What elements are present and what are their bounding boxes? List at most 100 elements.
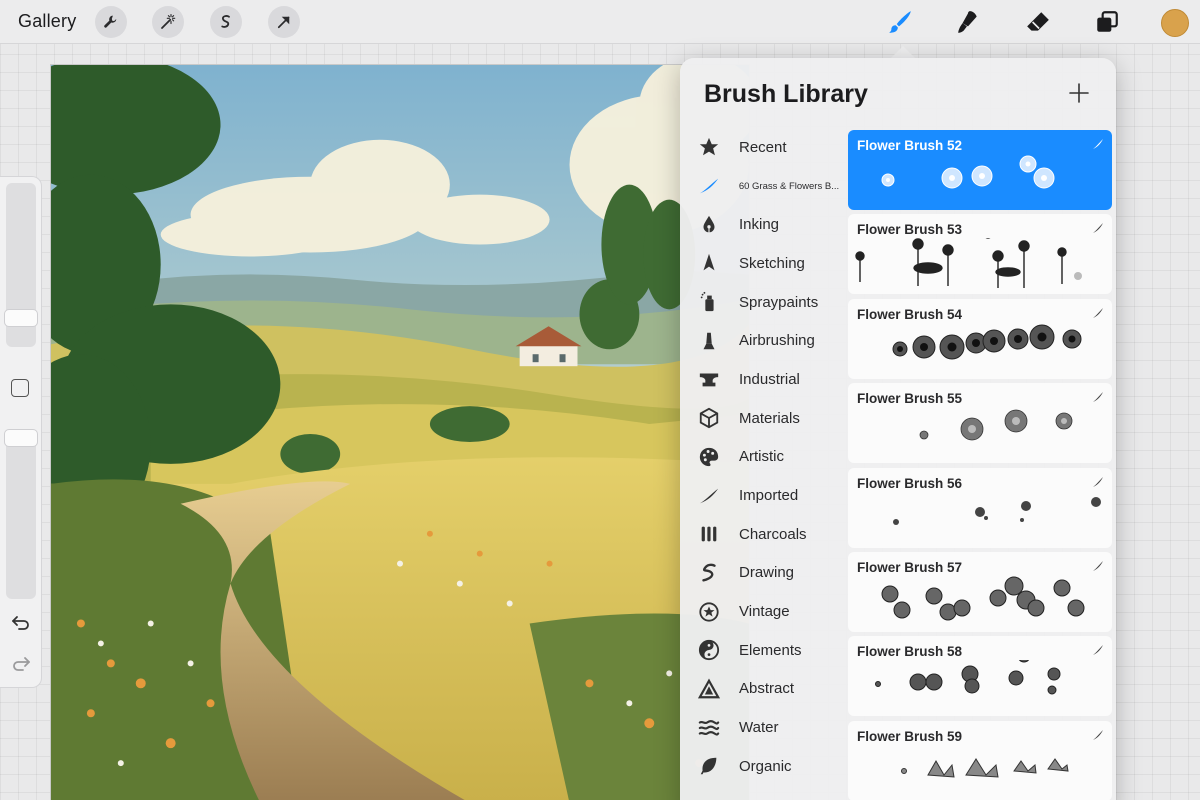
landscape-painting bbox=[51, 65, 749, 800]
brush-stroke-preview bbox=[875, 660, 1061, 695]
plus-icon bbox=[1069, 83, 1089, 103]
brush-stroke-icon bbox=[1093, 307, 1103, 318]
brush-set-label: Airbrushing bbox=[739, 332, 815, 350]
brush-set-sketching[interactable]: Sketching bbox=[694, 244, 850, 283]
brush-set-materials[interactable]: Materials bbox=[694, 399, 850, 438]
brush-set-label: Artistic bbox=[739, 448, 784, 466]
squiggle-icon bbox=[696, 560, 722, 586]
brush-set-artistic[interactable]: Artistic bbox=[694, 438, 850, 477]
brush-set-organic[interactable]: Organic bbox=[694, 747, 850, 786]
top-toolbar: Gallery bbox=[0, 0, 1200, 44]
brush-set-label: Vintage bbox=[739, 603, 790, 621]
brush-card[interactable]: Flower Brush 56 bbox=[848, 467, 1112, 548]
redo-icon[interactable] bbox=[10, 655, 32, 673]
opacity-slider[interactable] bbox=[6, 431, 36, 599]
brush-card[interactable]: Flower Brush 54 bbox=[848, 298, 1112, 379]
brush-stroke-icon bbox=[696, 173, 722, 199]
gallery-button[interactable]: Gallery bbox=[18, 11, 76, 32]
brush-set-industrial[interactable]: Industrial bbox=[694, 360, 850, 399]
brush-set-label: Spraypaints bbox=[739, 293, 819, 311]
brush-name: Flower Brush 58 bbox=[857, 644, 963, 660]
spray-can-icon bbox=[696, 289, 722, 315]
brush-set-label: Charcoals bbox=[739, 525, 807, 543]
color-picker-button[interactable] bbox=[1161, 9, 1189, 37]
drawing-canvas[interactable] bbox=[50, 64, 750, 800]
brush-card[interactable]: Flower Brush 57 bbox=[848, 551, 1112, 632]
brush-stroke-icon bbox=[1093, 729, 1103, 740]
brush-set-label: Organic bbox=[739, 757, 792, 775]
brush-stroke-icon bbox=[1093, 645, 1103, 656]
brush-card[interactable]: Flower Brush 59 bbox=[848, 720, 1112, 800]
palette-icon bbox=[696, 444, 722, 470]
magic-wand-icon[interactable] bbox=[152, 6, 184, 38]
brush-name: Flower Brush 53 bbox=[857, 222, 963, 238]
brush-set-label: Materials bbox=[739, 409, 800, 427]
brush-icon[interactable] bbox=[885, 7, 915, 37]
brush-size-thumb[interactable] bbox=[4, 309, 38, 327]
transform-arrow-icon[interactable] bbox=[268, 6, 300, 38]
imported-stroke-icon bbox=[696, 483, 722, 509]
brush-card[interactable]: Flower Brush 58 bbox=[848, 636, 1112, 717]
layers-icon[interactable] bbox=[1092, 7, 1122, 37]
brush-stroke-preview bbox=[901, 757, 1069, 778]
brush-library-panel: Brush Library Recent 60 Grass & Flowers … bbox=[680, 58, 1116, 800]
pen-nib-icon bbox=[696, 212, 722, 238]
modify-button[interactable] bbox=[11, 379, 29, 397]
charcoal-icon bbox=[696, 521, 722, 547]
brush-set-label: Imported bbox=[739, 487, 799, 505]
brush-card[interactable]: Flower Brush 53 bbox=[848, 214, 1112, 295]
brush-set-label: Sketching bbox=[739, 254, 805, 272]
brush-name: Flower Brush 52 bbox=[857, 138, 963, 153]
brush-set-abstract[interactable]: Abstract bbox=[694, 670, 850, 709]
eraser-icon[interactable] bbox=[1023, 7, 1053, 37]
brush-stroke-preview bbox=[855, 238, 1082, 289]
brush-set-airbrushing[interactable]: Airbrushing bbox=[694, 321, 850, 360]
brush-set-inking[interactable]: Inking bbox=[694, 205, 850, 244]
brush-set-drawing[interactable]: Drawing bbox=[694, 554, 850, 593]
opacity-thumb[interactable] bbox=[4, 429, 38, 447]
brush-stroke-icon bbox=[1093, 560, 1103, 571]
smudge-icon[interactable] bbox=[953, 7, 983, 37]
selection-icon[interactable] bbox=[210, 6, 242, 38]
brush-set-recent[interactable]: Recent bbox=[694, 128, 850, 167]
brush-stroke-preview bbox=[892, 324, 1082, 360]
brush-card[interactable]: Flower Brush 55 bbox=[848, 383, 1112, 464]
brush-stroke-preview bbox=[893, 496, 1101, 525]
brush-set-elements[interactable]: Elements bbox=[694, 631, 850, 670]
brush-name: Flower Brush 59 bbox=[857, 728, 963, 744]
yin-yang-icon bbox=[696, 637, 722, 663]
undo-icon[interactable] bbox=[10, 614, 32, 632]
brush-name: Flower Brush 54 bbox=[857, 306, 963, 322]
brush-set-water[interactable]: Water bbox=[694, 708, 850, 747]
leaf-icon bbox=[696, 753, 722, 779]
vintage-star-icon bbox=[696, 599, 722, 625]
brush-set-grass-flowers[interactable]: 60 Grass & Flowers B... bbox=[694, 167, 850, 206]
brush-set-label: Drawing bbox=[739, 564, 795, 582]
brush-stroke-icon bbox=[1093, 392, 1103, 403]
brush-set-vintage[interactable]: Vintage bbox=[694, 592, 850, 631]
brush-name: Flower Brush 57 bbox=[857, 559, 963, 575]
brush-stroke-icon bbox=[1093, 476, 1103, 487]
brush-set-label: Recent bbox=[739, 138, 787, 156]
brush-stroke-preview bbox=[919, 409, 1073, 441]
airbrush-icon bbox=[696, 328, 722, 354]
brush-set-charcoals[interactable]: Charcoals bbox=[694, 515, 850, 554]
brush-set-label: 60 Grass & Flowers B... bbox=[738, 180, 840, 192]
brush-set-label: Industrial bbox=[739, 370, 800, 388]
brush-name: Flower Brush 55 bbox=[857, 391, 963, 407]
triangle-icon bbox=[696, 676, 722, 702]
anvil-icon bbox=[696, 366, 722, 392]
brush-list: Flower Brush 52 Flower Brush 53 Flower B… bbox=[848, 130, 1112, 800]
brush-set-imported[interactable]: Imported bbox=[694, 476, 850, 515]
brush-name: Flower Brush 56 bbox=[857, 475, 963, 491]
brush-set-label: Abstract bbox=[739, 680, 795, 698]
brush-stroke-preview bbox=[881, 155, 1055, 189]
pencil-tip-icon bbox=[696, 250, 722, 276]
brush-set-spraypaints[interactable]: Spraypaints bbox=[694, 283, 850, 322]
cube-icon bbox=[696, 405, 722, 431]
wrench-icon[interactable] bbox=[95, 6, 127, 38]
brush-card-selected[interactable]: Flower Brush 52 bbox=[848, 130, 1112, 210]
brush-library-title: Brush Library bbox=[704, 80, 868, 108]
add-brush-button[interactable] bbox=[1066, 80, 1092, 106]
brush-set-label: Elements bbox=[739, 641, 802, 659]
